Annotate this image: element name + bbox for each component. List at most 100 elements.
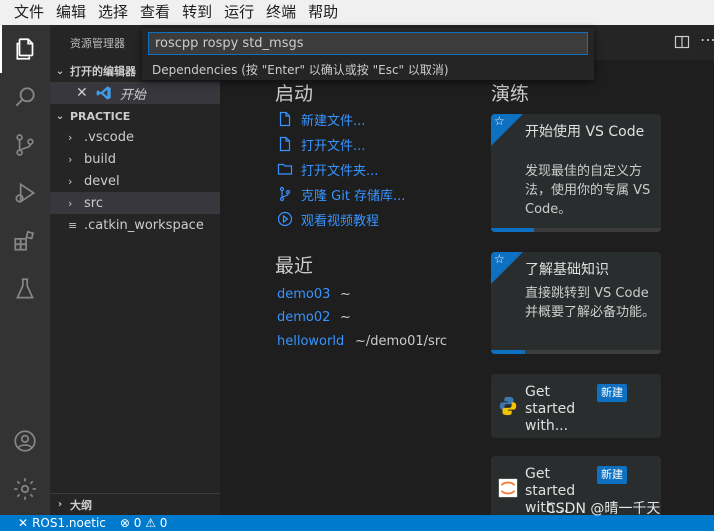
recent-name[interactable]: demo02 [277,310,330,325]
python-icon [499,396,517,416]
open-editor-label: 开始 [119,87,146,103]
new-badge: 新建 [597,384,627,402]
chevron-right-icon: › [68,174,73,188]
menu-go[interactable]: 转到 [176,0,218,25]
tree-item-catkin-workspace[interactable]: ≡ .catkin_workspace [50,214,220,236]
menu-help[interactable]: 帮助 [302,0,344,25]
recent-path: ~ [340,309,351,325]
editor-area: ⋯ 启动 新建文件... 打开文件... 打开文件夹... 克隆 Git 存储库… [220,25,714,515]
watermark: CSDN @晴一千天 [546,501,661,517]
explorer-icon[interactable] [0,25,50,73]
open-editors-label: 打开的编辑器 [70,65,136,78]
sidebar-title: 资源管理器 [70,37,125,50]
command-palette: Dependencies (按 "Enter" 以确认或按 "Esc" 以取消) [142,28,594,80]
menu-terminal[interactable]: 终端 [260,0,302,25]
folder-header[interactable]: ⌄ PRACTICE [50,106,220,126]
remote-indicator[interactable]: ✕ ROS1.noetic [0,516,106,530]
menu-file[interactable]: 文件 [8,0,50,25]
card-description: 直接跳转到 VS Code 并概要了解必备功能。 [525,286,656,320]
explorer-sidebar: 资源管理器 ⌄ 打开的编辑器 ✕ 开始 ⌄ PRACTICE › .vscode… [50,25,220,515]
chevron-right-icon: › [68,130,73,144]
jupyter-icon [498,478,518,498]
file-icon: ≡ [68,218,78,232]
card-description: 发现最佳的自定义方法，使用你的专属 VS Code。 [525,164,651,217]
clone-git-label: 克隆 Git 存储库... [301,188,406,204]
git-branch-icon [279,186,291,202]
card-title: 了解基础知识 [525,262,609,278]
walkthrough-heading: 演练 [491,83,530,105]
search-icon[interactable] [0,73,50,121]
tree-item-label: .vscode [84,129,134,145]
star-icon: ☆ [494,252,505,266]
activity-bar [0,25,50,515]
new-file-icon [279,111,291,127]
menu-edit[interactable]: 编辑 [50,0,92,25]
new-badge: 新建 [597,466,627,484]
tree-item-devel[interactable]: › devel [50,170,220,192]
folder-icon [277,163,293,175]
tree-item-label: build [84,151,116,167]
open-folder-label: 打开文件夹... [301,163,379,179]
new-file-link[interactable]: 新建文件... [277,109,365,129]
outline-label: 大纲 [70,498,92,512]
card-title: 开始使用 VS Code [525,124,645,140]
open-file-label: 打开文件... [301,138,366,154]
chevron-right-icon: › [57,499,63,510]
card-title: Get started with... [525,384,576,434]
menu-view[interactable]: 查看 [134,0,176,25]
walkthrough-card-python[interactable]: Get started with... 新建 [491,374,661,438]
recent-name[interactable]: helloworld [277,334,344,349]
palette-input[interactable] [148,32,588,55]
close-icon: ✕ [18,516,29,530]
folder-label: PRACTICE [70,109,131,123]
run-debug-icon[interactable] [0,169,50,217]
chevron-down-icon: ⌄ [55,65,65,77]
split-editor-icon[interactable] [674,34,690,50]
watch-video-label: 观看视频教程 [301,213,380,229]
vscode-icon [96,86,111,100]
close-icon[interactable]: ✕ [76,85,88,101]
settings-gear-icon[interactable] [0,465,50,513]
walkthrough-card-basics[interactable]: ☆ 了解基础知识 直接跳转到 VS Code 并概要了解必备功能。 [491,252,661,354]
recent-item-demo03[interactable]: demo03 ~ [277,284,351,304]
recent-item-helloworld[interactable]: helloworld ~/demo01/src [277,331,447,351]
open-editor-item[interactable]: ✕ 开始 [50,82,220,104]
start-heading: 启动 [275,83,314,105]
progress-bar [491,228,534,232]
outline-header[interactable]: › 大纲 [50,493,220,515]
recent-name[interactable]: demo03 [277,287,330,302]
watch-video-link[interactable]: 观看视频教程 [277,209,379,229]
more-actions-icon[interactable]: ⋯ [700,30,714,49]
problems-indicator[interactable]: ⊗ 0 ⚠ 0 [120,516,168,530]
recent-item-demo02[interactable]: demo02 ~ [277,307,351,327]
chevron-right-icon: › [68,196,73,210]
source-control-icon[interactable] [0,121,50,169]
new-file-label: 新建文件... [301,113,366,129]
tree-item-label: .catkin_workspace [84,217,204,233]
remote-label: ROS1.noetic [32,516,106,530]
tree-item-vscode[interactable]: › .vscode [50,126,220,148]
chevron-down-icon: ⌄ [55,110,65,122]
menu-selection[interactable]: 选择 [92,0,134,25]
recent-path: ~/demo01/src [355,333,448,349]
star-icon: ☆ [494,114,505,128]
recent-path: ~ [340,286,351,302]
walkthrough-card-vscode[interactable]: ☆ 开始使用 VS Code 发现最佳的自定义方法，使用你的专属 VS Code… [491,114,661,232]
open-file-icon [279,136,291,152]
chevron-right-icon: › [68,152,73,166]
account-icon[interactable] [0,417,50,465]
testing-icon[interactable] [0,265,50,313]
extensions-icon[interactable] [0,217,50,265]
play-circle-icon [277,211,293,227]
open-folder-link[interactable]: 打开文件夹... [277,159,378,179]
tree-item-label: devel [84,173,120,189]
open-file-link[interactable]: 打开文件... [277,134,365,154]
palette-message: Dependencies (按 "Enter" 以确认或按 "Esc" 以取消) [152,63,449,77]
menu-bar: 文件 编辑 选择 查看 转到 运行 终端 帮助 [0,0,714,25]
progress-bar [491,350,525,354]
clone-git-link[interactable]: 克隆 Git 存储库... [277,184,405,204]
tree-item-src[interactable]: › src [50,192,220,214]
menu-run[interactable]: 运行 [218,0,260,25]
recent-heading: 最近 [275,255,314,277]
tree-item-build[interactable]: › build [50,148,220,170]
